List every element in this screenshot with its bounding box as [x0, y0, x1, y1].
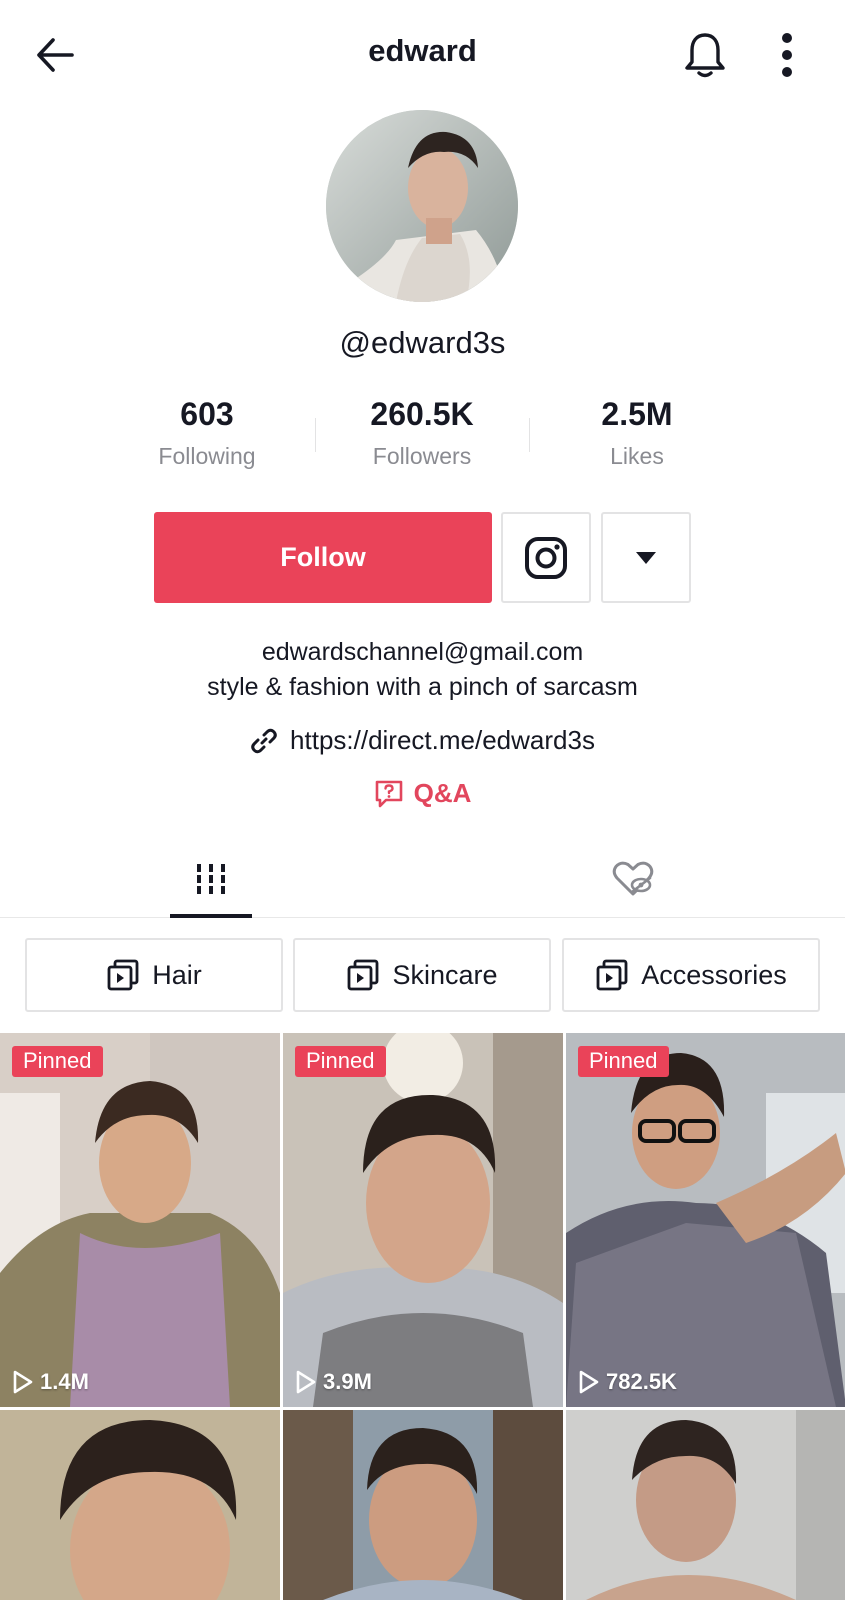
stat-following[interactable]: 603 Following	[107, 396, 307, 470]
view-count: 782.5K	[579, 1369, 677, 1395]
video-thumbnail[interactable]: Pinned 3.9M	[283, 1033, 563, 1407]
notification-bell-button[interactable]	[680, 28, 730, 82]
playlist-icon	[596, 959, 628, 991]
grid-icon	[194, 864, 228, 894]
play-outline-icon	[13, 1370, 33, 1394]
video-thumbnail-image	[0, 1033, 280, 1407]
video-thumbnail[interactable]	[566, 1410, 845, 1600]
video-thumbnail-image	[283, 1033, 563, 1407]
playlist-icon	[348, 959, 379, 991]
video-thumbnail-image	[0, 1410, 280, 1600]
video-thumbnail-image	[566, 1410, 845, 1600]
view-count-text: 1.4M	[40, 1369, 89, 1394]
stat-value: 260.5K	[370, 396, 474, 432]
playlist-icon	[107, 959, 139, 991]
stat-value: 603	[180, 396, 234, 432]
pinned-badge: Pinned	[578, 1046, 669, 1077]
suggested-accounts-dropdown-button[interactable]	[601, 512, 691, 603]
active-tab-indicator	[170, 914, 252, 918]
video-thumbnail-image	[566, 1033, 845, 1407]
stat-label: Followers	[372, 443, 472, 469]
heart-hidden-icon	[612, 861, 654, 896]
playlist-row: Hair Skincare Accessories	[25, 938, 820, 1012]
username-handle: @edward3s	[339, 325, 506, 360]
playlist-label: Hair	[152, 959, 202, 990]
playlist-label: Accessories	[641, 959, 787, 990]
bio-text: style & fashion with a pinch of sarcasm	[207, 673, 638, 701]
profile-stats: 603 Following 260.5K Followers 2.5M Like…	[0, 396, 845, 486]
video-thumbnail-image	[283, 1410, 563, 1600]
stat-likes[interactable]: 2.5M Likes	[537, 396, 737, 470]
top-bar: edward	[0, 0, 845, 110]
caret-down-icon	[636, 551, 656, 564]
video-grid: Pinned 1.4M Pinned 3.9M Pinned 782.5K	[0, 1033, 845, 1600]
playlist-chip-skincare[interactable]: Skincare	[293, 938, 551, 1012]
instagram-icon	[525, 536, 567, 579]
pinned-badge: Pinned	[12, 1046, 103, 1077]
playlist-label: Skincare	[392, 959, 498, 990]
tab-videos[interactable]	[170, 840, 252, 918]
playlist-chip-accessories[interactable]: Accessories	[562, 938, 820, 1012]
video-thumbnail[interactable]	[0, 1410, 280, 1600]
tab-liked-videos[interactable]	[592, 840, 674, 918]
bio-link[interactable]: https://direct.me/edward3s	[0, 725, 845, 756]
qa-link[interactable]: Q&A	[0, 778, 845, 809]
view-count-text: 782.5K	[606, 1369, 677, 1394]
video-thumbnail[interactable]: Pinned 1.4M	[0, 1033, 280, 1407]
stat-value: 2.5M	[601, 396, 673, 432]
stat-label: Following	[158, 443, 256, 469]
stat-divider	[315, 418, 316, 452]
qa-label: Q&A	[413, 778, 472, 808]
video-thumbnail[interactable]: Pinned 782.5K	[566, 1033, 845, 1407]
play-outline-icon	[296, 1370, 316, 1394]
more-vertical-icon	[782, 33, 792, 77]
view-count: 3.9M	[296, 1369, 372, 1395]
follow-button[interactable]: Follow	[154, 512, 492, 603]
avatar[interactable]	[326, 110, 518, 302]
playlist-chip-hair[interactable]: Hair	[25, 938, 283, 1012]
avatar-photo	[326, 110, 518, 302]
stat-followers[interactable]: 260.5K Followers	[322, 396, 522, 470]
question-bubble-icon	[375, 780, 402, 807]
view-count: 1.4M	[13, 1369, 89, 1395]
video-thumbnail[interactable]	[283, 1410, 563, 1600]
play-outline-icon	[579, 1370, 599, 1394]
stat-label: Likes	[610, 443, 664, 469]
stat-divider	[529, 418, 530, 452]
instagram-button[interactable]	[501, 512, 591, 603]
pinned-badge: Pinned	[295, 1046, 386, 1077]
bell-icon	[685, 33, 725, 78]
bio-link-text: https://direct.me/edward3s	[290, 725, 595, 755]
profile-tabs	[0, 840, 845, 918]
more-options-button[interactable]	[770, 28, 804, 82]
view-count-text: 3.9M	[323, 1369, 372, 1394]
link-icon	[251, 728, 277, 753]
bio-email: edwardschannel@gmail.com	[261, 638, 584, 666]
